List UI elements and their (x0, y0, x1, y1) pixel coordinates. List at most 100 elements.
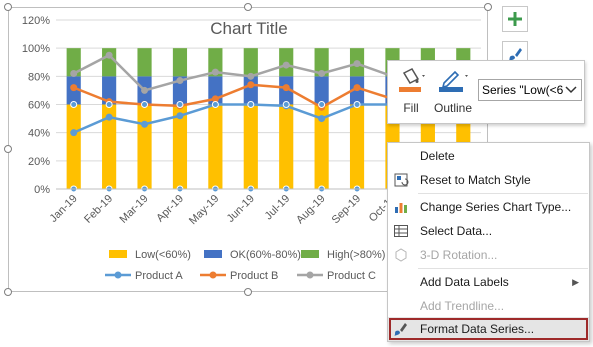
point-Product A (141, 120, 149, 128)
series-selection-marker (353, 101, 361, 108)
outline-label: Outline (433, 101, 473, 115)
chart-type-icon (395, 203, 407, 213)
y-tick-label: 0% (34, 184, 50, 196)
series-selection-marker (318, 101, 326, 108)
point-Product A (105, 113, 113, 121)
bar-OK(60%-80%) (314, 76, 329, 105)
legend-marker (114, 271, 122, 279)
series-select-value: Series "Low(<6 (482, 83, 564, 97)
x-tick-label: Jan-19 (48, 193, 80, 225)
fill-label: Fill (403, 101, 419, 115)
point-Product B (353, 84, 361, 92)
context-menu: Delete Reset to Match Style Change Serie… (387, 142, 590, 342)
series-selection-marker (141, 101, 149, 108)
x-tick-label: Jun-19 (225, 193, 257, 225)
mini-toolbar: Fill Outline Series "Low(<6 (387, 60, 585, 124)
bar-Low(<60%) (137, 104, 152, 189)
legend-swatch (301, 250, 319, 258)
series-selection-marker (247, 101, 255, 108)
x-tick-label: Mar-19 (118, 193, 151, 226)
y-tick-label: 40% (28, 128, 50, 140)
point-Product A (70, 129, 78, 137)
bar-High(>80%) (137, 48, 152, 77)
bar-High(>80%) (243, 48, 258, 77)
resize-handle-top-left[interactable] (4, 3, 12, 11)
point-Product C (70, 70, 78, 78)
pen-outline-icon (439, 70, 468, 92)
legend-label: Product A (135, 270, 183, 282)
point-Product B (247, 81, 255, 89)
menu-item-add-trendline[interactable]: Add Trendline... (388, 294, 589, 318)
series-selection-marker (211, 101, 219, 108)
chart-elements-button[interactable] (502, 6, 528, 32)
series-selection-marker (282, 101, 290, 108)
menu-item-format-data-series[interactable]: Format Data Series... (388, 317, 589, 341)
y-tick-label: 20% (28, 156, 50, 168)
rotation-3d-icon (395, 248, 407, 262)
legend-label: Product B (230, 270, 278, 282)
menu-item-add-data-labels[interactable]: Add Data Labels ▶ (388, 270, 589, 294)
paint-bucket-icon (399, 68, 425, 92)
series-selection-marker (70, 101, 78, 108)
legend-swatch (204, 250, 222, 258)
menu-item-3d-rotation[interactable]: 3-D Rotation... (388, 243, 589, 267)
y-tick-label: 80% (28, 71, 50, 83)
point-Product C (176, 77, 184, 85)
legend-label: OK(60%-80%) (230, 249, 301, 261)
x-tick-label: May-19 (187, 193, 221, 227)
resize-handle-bottom-center[interactable] (244, 288, 252, 296)
resize-handle-bottom-left[interactable] (4, 288, 12, 296)
x-tick-label: Aug-19 (294, 193, 328, 227)
legend-swatch (109, 250, 127, 258)
point-Product A (318, 115, 326, 123)
y-tick-label: 100% (22, 43, 50, 55)
reset-style-icon (394, 173, 409, 187)
line-Product C (73, 53, 393, 92)
format-series-icon (394, 323, 407, 336)
menu-item-delete[interactable]: Delete (388, 144, 589, 168)
bar-Low(<60%) (208, 104, 223, 189)
menu-item-select-data[interactable]: Select Data... (388, 219, 589, 243)
bar-Low(<60%) (349, 104, 365, 189)
point-Product A (176, 112, 184, 120)
submenu-arrow-icon: ▶ (572, 277, 579, 287)
series-selection-marker (176, 101, 184, 108)
line-Product A (73, 103, 393, 134)
point-Product C (141, 86, 149, 94)
select-data-icon (394, 225, 408, 237)
resize-handle-top-center[interactable] (244, 3, 252, 11)
point-Product B (70, 84, 78, 92)
x-tick-label: Apr-19 (154, 193, 186, 225)
legend-label: Product C (327, 270, 376, 282)
menu-separator (418, 193, 588, 194)
point-Product C (211, 68, 219, 76)
point-Product C (247, 72, 255, 80)
legend-label: High(>80%) (327, 249, 385, 261)
point-Product B (282, 84, 290, 92)
bar-OK(60%-80%) (243, 76, 258, 105)
bar-Low(<60%) (66, 104, 81, 189)
resize-handle-middle-left[interactable] (4, 145, 12, 153)
series-select[interactable]: Series "Low(<6 (478, 79, 582, 101)
series-selection-marker (105, 101, 113, 108)
bar-High(>80%) (172, 48, 188, 77)
y-tick-label: 60% (28, 100, 50, 112)
point-Product C (105, 51, 113, 59)
chevron-down-icon (565, 80, 577, 100)
point-Product C (282, 61, 290, 69)
menu-item-change-series-chart-type[interactable]: Change Series Chart Type... (388, 195, 589, 219)
plus-icon (508, 12, 522, 26)
legend-marker (209, 271, 217, 279)
outline-button[interactable]: Outline (432, 65, 474, 121)
point-Product C (353, 60, 361, 68)
menu-separator (418, 268, 588, 269)
legend-label: Low(<60%) (135, 249, 191, 261)
bar-Low(<60%) (279, 104, 294, 189)
bar-Low(<60%) (243, 104, 258, 189)
menu-item-reset-to-match-style[interactable]: Reset to Match Style (388, 168, 589, 192)
fill-button[interactable]: Fill (394, 65, 428, 121)
y-tick-label: 120% (22, 15, 50, 27)
resize-handle-top-right[interactable] (484, 3, 492, 11)
point-Product C (318, 70, 326, 78)
legend-marker (306, 271, 314, 279)
